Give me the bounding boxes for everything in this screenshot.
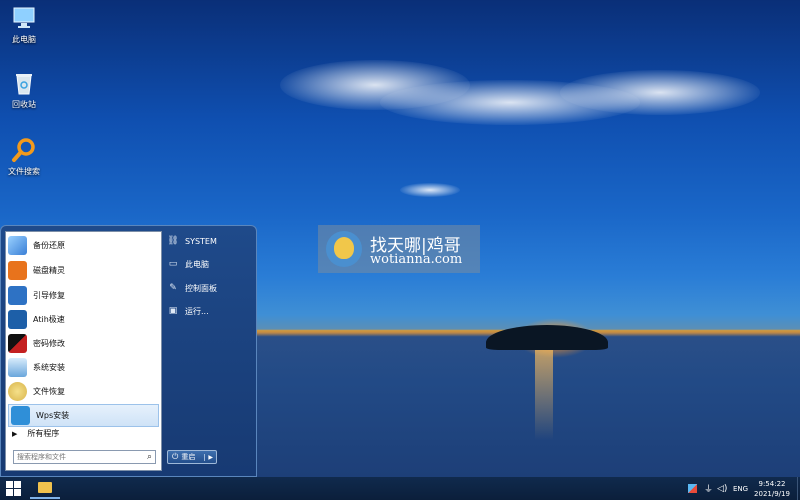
computer-icon: ▭ bbox=[168, 259, 178, 269]
right-item-system[interactable]: ⛓ SYSTEM bbox=[167, 232, 253, 250]
program-label: Wps安装 bbox=[36, 411, 70, 420]
clock-time: 9:54:22 bbox=[758, 480, 786, 488]
desktop-icon-recycle-bin[interactable]: 回收站 bbox=[0, 70, 48, 110]
watermark-url: wotianna.com bbox=[370, 252, 463, 267]
all-programs-label: 所有程序 bbox=[27, 429, 60, 438]
right-item-control-panel[interactable]: ✎ 控制面板 bbox=[167, 279, 253, 297]
right-item-this-pc[interactable]: ▭ 此电脑 bbox=[167, 255, 253, 273]
right-item-label: 控制面板 bbox=[185, 283, 217, 293]
program-list: 备份还原 磁盘精灵 引导修复 Atih极速 密码修改 系统安装 文件恢复 Wps… bbox=[5, 231, 162, 471]
control-panel-icon: ✎ bbox=[169, 283, 177, 293]
taskbar: ⏚ ◁) ENG 9:54:22 2021/9/19 bbox=[0, 477, 800, 500]
tray-volume[interactable]: ◁) bbox=[717, 477, 727, 500]
taskbar-clock[interactable]: 9:54:22 2021/9/19 bbox=[748, 479, 796, 499]
computer-icon bbox=[13, 7, 35, 28]
volume-icon: ◁) bbox=[717, 483, 728, 494]
usb-icon: ⏚ bbox=[704, 485, 714, 495]
start-button[interactable] bbox=[6, 481, 22, 496]
disk-genius-icon bbox=[8, 261, 27, 280]
right-item-run[interactable]: ▣ 运行... bbox=[167, 302, 253, 320]
program-item-wps[interactable]: Wps安装 bbox=[8, 404, 159, 427]
tray-language[interactable]: ENG bbox=[733, 477, 748, 500]
chick-logo-icon bbox=[334, 237, 354, 259]
file-recovery-icon bbox=[8, 382, 27, 401]
start-search-box[interactable]: ⌕ bbox=[13, 450, 156, 464]
magnifier-icon bbox=[12, 138, 35, 162]
power-icon: ⏻ bbox=[172, 452, 179, 461]
right-item-label: SYSTEM bbox=[185, 236, 217, 246]
file-explorer-taskbar-button[interactable] bbox=[30, 478, 60, 499]
atih-icon bbox=[8, 310, 27, 329]
run-icon: ▣ bbox=[168, 306, 178, 316]
restart-button[interactable]: ⏻ 重启 ▶ bbox=[167, 450, 217, 464]
program-item-backup[interactable]: 备份还原 bbox=[8, 234, 159, 257]
program-item-password[interactable]: 密码修改 bbox=[8, 332, 159, 355]
desktop-icon-label: 回收站 bbox=[12, 100, 36, 109]
program-label: 密码修改 bbox=[33, 339, 65, 348]
restart-label: 重启 bbox=[181, 453, 196, 461]
program-label: 备份还原 bbox=[33, 241, 65, 250]
all-programs[interactable]: ▶ 所有程序 bbox=[12, 428, 59, 439]
nt-password-icon bbox=[8, 334, 27, 353]
program-item-boot-repair[interactable]: 引导修复 bbox=[8, 284, 159, 307]
desktop-icon-file-search[interactable]: 文件搜索 bbox=[0, 137, 48, 177]
desktop-icon-label: 文件搜索 bbox=[8, 167, 40, 176]
program-item-system-install[interactable]: 系统安装 bbox=[8, 356, 159, 379]
program-label: 系统安装 bbox=[33, 363, 65, 372]
tray-network[interactable] bbox=[688, 477, 697, 500]
program-label: 磁盘精灵 bbox=[33, 266, 65, 275]
program-label: 引导修复 bbox=[33, 291, 65, 300]
network-icon bbox=[688, 484, 697, 493]
wps-icon bbox=[11, 406, 30, 425]
search-icon[interactable]: ⌕ bbox=[147, 452, 152, 462]
right-item-label: 运行... bbox=[185, 306, 209, 316]
program-item-file-recovery[interactable]: 文件恢复 bbox=[8, 380, 159, 403]
watermark: 找天哪|鸡哥 wotianna.com bbox=[318, 225, 480, 273]
right-item-label: 此电脑 bbox=[185, 259, 209, 269]
desktop-icon-label: 此电脑 bbox=[12, 35, 36, 44]
wrench-icon bbox=[8, 286, 27, 305]
desktop-icon-this-pc[interactable]: 此电脑 bbox=[0, 5, 48, 45]
clock-date: 2021/9/19 bbox=[754, 490, 790, 498]
user-icon: ⛓ bbox=[167, 236, 179, 246]
program-label: Atih极速 bbox=[33, 315, 65, 324]
tray-usb[interactable]: ⏚ bbox=[704, 477, 713, 500]
program-item-atih[interactable]: Atih极速 bbox=[8, 308, 159, 331]
search-input[interactable] bbox=[17, 451, 137, 463]
program-label: 文件恢复 bbox=[33, 387, 65, 396]
program-item-disk-genius[interactable]: 磁盘精灵 bbox=[8, 259, 159, 282]
start-menu: 备份还原 磁盘精灵 引导修复 Atih极速 密码修改 系统安装 文件恢复 Wps… bbox=[0, 225, 257, 477]
triangle-right-icon: ▶ bbox=[12, 429, 18, 438]
install-icon bbox=[8, 358, 27, 377]
language-indicator: ENG bbox=[733, 484, 749, 493]
recycle-bin-icon bbox=[16, 74, 32, 95]
backup-icon bbox=[8, 236, 27, 255]
chevron-right-icon[interactable]: ▶ bbox=[204, 453, 216, 461]
folder-icon bbox=[38, 482, 52, 493]
